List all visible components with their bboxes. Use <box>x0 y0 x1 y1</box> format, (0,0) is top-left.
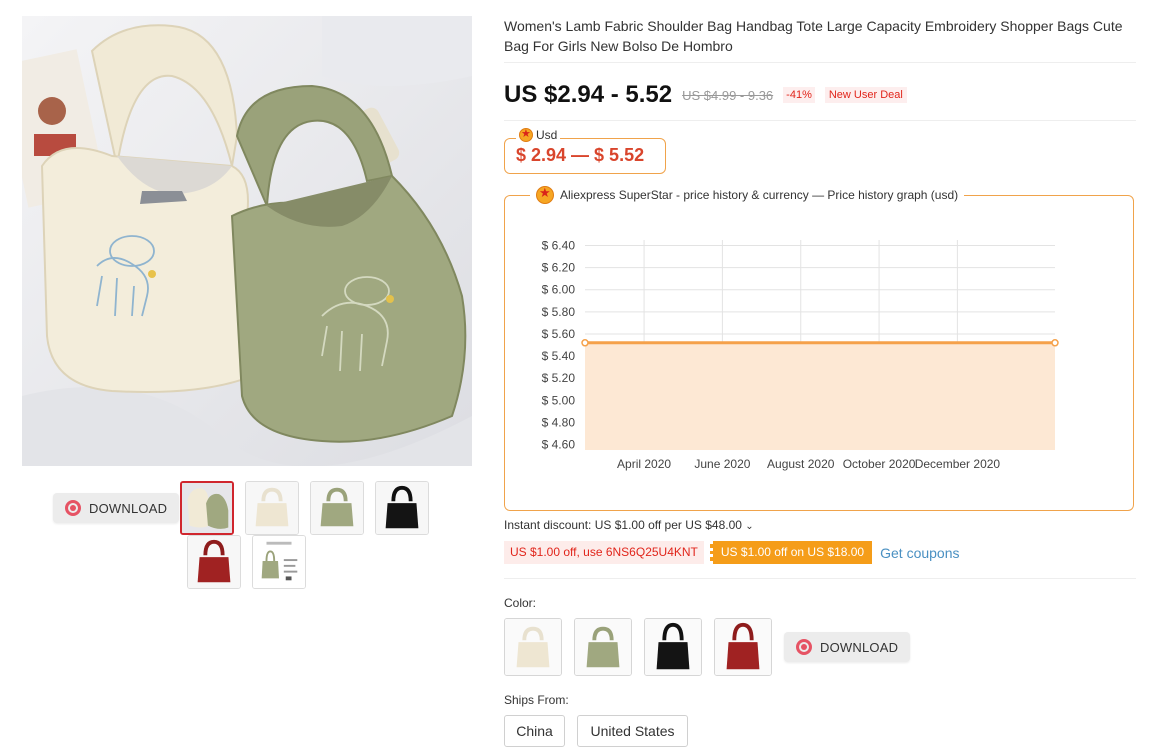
thumbnail-green-bag[interactable] <box>310 481 364 535</box>
price-point <box>1051 339 1059 347</box>
download-icon <box>796 639 812 655</box>
discount-badge: -41% <box>783 87 815 103</box>
divider <box>504 62 1136 63</box>
divider <box>504 578 1136 579</box>
ships-from-label: Ships From: <box>504 693 569 707</box>
color-option-black[interactable] <box>644 618 702 676</box>
color-option-green[interactable] <box>574 618 632 676</box>
price-row: US $2.94 - 5.52 US $4.99 - 9.36 -41% New… <box>504 81 907 109</box>
thumbnail-black-bag[interactable] <box>375 481 429 535</box>
chevron-down-icon: ⌄ <box>745 521 754 532</box>
download-label: DOWNLOAD <box>820 639 899 655</box>
price-range: US $2.94 - 5.52 <box>504 81 673 108</box>
thumbnail-cream-bag[interactable] <box>245 481 299 535</box>
instant-discount[interactable]: Instant discount: US $1.00 off per US $4… <box>504 518 754 532</box>
y-tick-label: $ 6.00 <box>542 283 576 297</box>
divider <box>504 120 1136 121</box>
x-tick-label: June 2020 <box>694 457 750 471</box>
ships-from-united-states[interactable]: United States <box>577 715 688 747</box>
y-tick-label: $ 5.20 <box>542 371 576 385</box>
currency-code: Usd <box>536 128 558 142</box>
original-price: US $4.99 - 9.36 <box>682 87 774 103</box>
price-history-chart: $ 6.40 $ 6.20 $ 6.00 $ 5.80 $ 5.60 $ 5.40 $ 5.… <box>542 239 1059 471</box>
color-option-red[interactable] <box>714 618 772 676</box>
thumbnail-red-bag[interactable] <box>187 535 241 589</box>
currency-label: Usd <box>516 127 561 142</box>
product-title: Women's Lamb Fabric Shoulder Bag Handbag… <box>504 18 1123 54</box>
ships-from-china[interactable]: China <box>504 715 565 747</box>
y-tick-label: $ 5.60 <box>542 327 576 341</box>
y-tick-label: $ 4.60 <box>542 437 576 451</box>
y-tick-label: $ 6.40 <box>542 239 576 253</box>
new-user-deal-badge: New User Deal <box>824 87 907 103</box>
get-coupons-link[interactable]: Get coupons <box>880 545 959 561</box>
store-coupon-badge[interactable]: US $1.00 off on US $18.00 <box>709 541 873 564</box>
coupon-code-badge[interactable]: US $1.00 off, use 6NS6Q25U4KNT <box>504 541 704 564</box>
x-tick-label: October 2020 <box>843 457 916 471</box>
download-button[interactable]: DOWNLOAD <box>784 632 911 662</box>
x-tick-label: December 2020 <box>915 457 1001 471</box>
price-area <box>585 342 1055 450</box>
download-button[interactable]: DOWNLOAD <box>53 493 180 523</box>
superstar-icon <box>536 186 554 204</box>
color-label: Color: <box>504 596 537 610</box>
x-tick-label: August 2020 <box>767 457 835 471</box>
main-product-image[interactable] <box>22 16 472 466</box>
y-tick-label: $ 6.20 <box>542 261 576 275</box>
y-tick-label: $ 4.80 <box>542 415 576 429</box>
x-tick-label: April 2020 <box>617 457 671 471</box>
instant-discount-text: Instant discount: US $1.00 off per US $4… <box>504 518 742 532</box>
thumbnail-bags-pair[interactable] <box>180 481 234 535</box>
product-page: DOWNLOAD Women's Lamb Fabric Shoulder Ba… <box>0 0 1155 753</box>
superstar-icon <box>519 127 533 142</box>
price-history-title: Aliexpress SuperStar - price history & c… <box>560 188 959 202</box>
download-icon <box>65 500 81 516</box>
price-history-legend: Aliexpress SuperStar - price history & c… <box>530 186 965 204</box>
y-tick-label: $ 5.00 <box>542 393 576 407</box>
price-point <box>581 339 589 347</box>
thumbnail-size-chart[interactable] <box>252 535 306 589</box>
currency-price: $ 2.94 — $ 5.52 <box>516 145 645 165</box>
color-option-cream[interactable] <box>504 618 562 676</box>
coupon-row: US $1.00 off, use 6NS6Q25U4KNT US $1.00 … <box>504 541 960 564</box>
y-tick-label: $ 5.40 <box>542 349 576 363</box>
download-label: DOWNLOAD <box>89 500 168 516</box>
y-tick-label: $ 5.80 <box>542 305 576 319</box>
